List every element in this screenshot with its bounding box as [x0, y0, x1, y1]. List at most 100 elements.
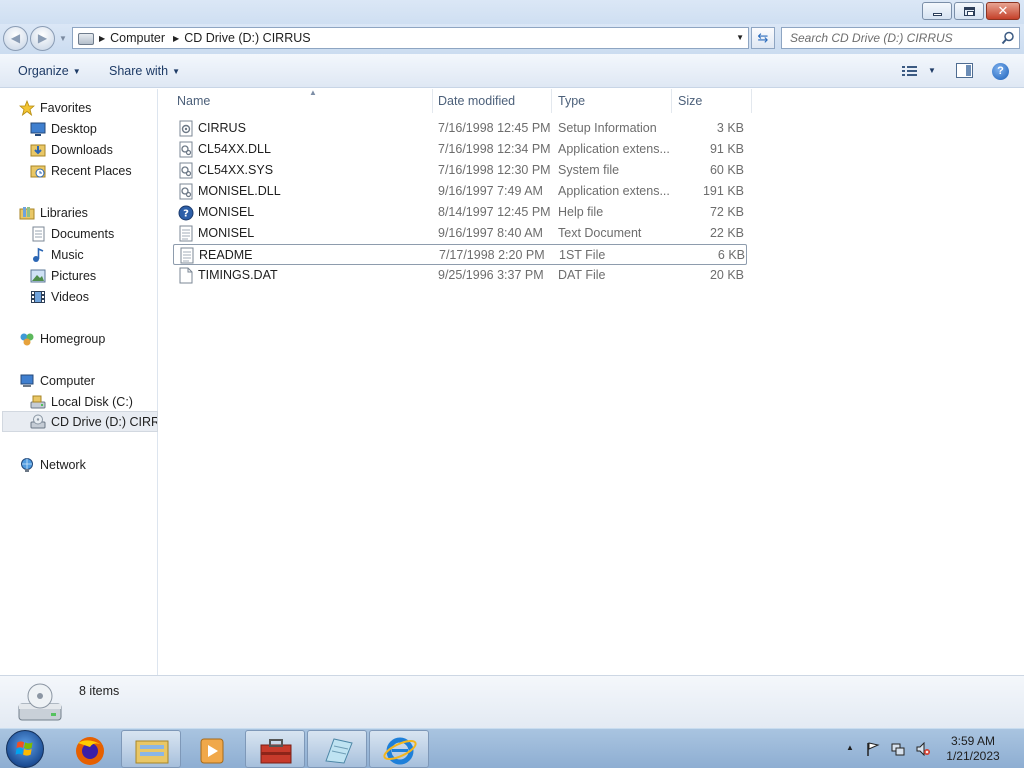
minimize-button[interactable] [922, 2, 952, 20]
close-button[interactable]: ✕ [986, 2, 1020, 20]
navigation-bar: ◀ ▶ ▼ ▶ Computer ▶ CD Drive (D:) CIRRUS … [0, 24, 1024, 54]
sidebar-item-music[interactable]: Music [30, 244, 84, 265]
taskbar-toolbox-app[interactable] [245, 730, 305, 768]
column-label: Date modified [438, 94, 516, 108]
clock-date: 1/21/2023 [946, 749, 1000, 763]
sidebar-item-label: Homegroup [40, 331, 106, 346]
documents-icon [32, 226, 45, 241]
sidebar-item-videos[interactable]: Videos [30, 286, 89, 307]
sidebar-item-libraries[interactable]: Libraries [19, 202, 88, 223]
column-header-name[interactable]: Name ▲ [171, 89, 433, 113]
organize-button[interactable]: Organize ▼ [18, 64, 81, 78]
sidebar-item-downloads[interactable]: Downloads [30, 139, 113, 160]
restore-button[interactable] [954, 2, 984, 20]
file-size: 72 KB [709, 205, 744, 219]
search-input[interactable] [782, 28, 992, 48]
star-icon [19, 99, 35, 116]
taskbar-internet-explorer[interactable] [369, 730, 429, 768]
breadcrumb-cd-drive[interactable]: CD Drive (D:) CIRRUS [184, 31, 310, 45]
cd-drive-icon [30, 414, 46, 428]
computer-icon [20, 374, 34, 387]
address-dropdown-icon[interactable]: ▼ [736, 33, 744, 42]
taskbar-media-player[interactable] [183, 730, 243, 768]
column-header-date[interactable]: Date modified [432, 89, 552, 113]
file-date-modified: 7/16/1998 12:30 PM [438, 163, 551, 177]
action-center-flag-icon[interactable] [866, 742, 880, 756]
pictures-icon [30, 269, 46, 282]
file-row[interactable]: CIRRUS 7/16/1998 12:45 PM Setup Informatio… [173, 118, 747, 139]
file-date-modified: 9/16/1997 8:40 AM [438, 226, 543, 240]
taskbar-notepad[interactable] [307, 730, 367, 768]
videos-icon [31, 290, 45, 303]
file-row[interactable]: MONISEL.DLL 9/16/1997 7:49 AM Application … [173, 181, 747, 202]
recent-places-icon [30, 165, 46, 177]
text-document-icon [179, 225, 193, 242]
column-header-type[interactable]: Type [552, 89, 672, 113]
chevron-down-icon: ▼ [172, 67, 180, 76]
file-row[interactable]: TIMINGS.DAT 9/25/1996 3:37 PM DAT File 20 K… [173, 265, 747, 286]
start-button[interactable] [6, 730, 44, 768]
file-date-modified: 7/17/1998 2:20 PM [439, 248, 545, 262]
sidebar-item-label: Libraries [40, 205, 88, 220]
file-row[interactable]: ? MONISEL 8/14/1997 12:45 PM Help file 72 KB [173, 202, 747, 223]
help-icon[interactable]: ? [992, 63, 1009, 80]
breadcrumb-computer[interactable]: Computer [110, 31, 165, 45]
setup-info-icon [179, 120, 193, 137]
file-type: DAT File [558, 268, 606, 282]
sidebar-item-recent-places[interactable]: Recent Places [30, 160, 132, 181]
change-view-icon[interactable] [902, 66, 917, 76]
network-tray-icon[interactable] [891, 742, 905, 756]
file-row[interactable]: CL54XX.DLL 7/16/1998 12:34 PM Application … [173, 139, 747, 160]
column-label: Type [558, 94, 586, 108]
sidebar-item-pictures[interactable]: Pictures [30, 265, 96, 286]
chevron-right-icon[interactable]: ▶ [99, 34, 105, 43]
file-size: 20 KB [709, 268, 744, 282]
share-with-button[interactable]: Share with ▼ [109, 64, 180, 78]
system-file-icon [179, 162, 193, 179]
show-hidden-icons-icon[interactable]: ▲ [846, 743, 854, 752]
sort-ascending-icon: ▲ [309, 88, 317, 97]
recent-pages-dropdown-icon[interactable]: ▼ [59, 34, 67, 43]
chevron-right-icon[interactable]: ▶ [173, 34, 179, 43]
forward-button[interactable]: ▶ [30, 26, 55, 51]
address-bar[interactable]: ▶ Computer ▶ CD Drive (D:) CIRRUS ▼ [72, 27, 749, 49]
system-clock[interactable]: 3:59 AM 1/21/2023 [940, 734, 1006, 764]
refresh-button[interactable]: ⇆ [751, 27, 775, 49]
file-name: MONISEL.DLL [198, 184, 281, 198]
notepad-icon [325, 738, 353, 764]
desktop-icon [30, 122, 46, 136]
file-row[interactable]: MONISEL 9/16/1997 8:40 AM Text Document 22 … [173, 223, 747, 244]
sidebar-item-network[interactable]: Network [19, 454, 86, 475]
libraries-icon [19, 206, 35, 219]
file-row[interactable]: README 7/17/1998 2:20 PM 1ST File 6 KB [173, 244, 747, 265]
file-name: CL54XX.SYS [198, 163, 274, 177]
preview-pane-icon[interactable] [956, 63, 973, 78]
file-name: CIRRUS [198, 121, 246, 135]
navigation-pane: Favorites Desktop Downloads Recent Place… [0, 89, 158, 675]
file-type: System file [558, 163, 620, 177]
toolbox-icon [260, 739, 292, 764]
title-bar: ✕ [0, 0, 1024, 24]
sidebar-item-documents[interactable]: Documents [30, 223, 114, 244]
taskbar-firefox[interactable] [59, 730, 119, 768]
sidebar-item-computer[interactable]: Computer [19, 370, 95, 391]
column-label: Name [177, 94, 211, 108]
file-row[interactable]: CL54XX.SYS 7/16/1998 12:30 PM System file 6… [173, 160, 747, 181]
taskbar-windows-explorer[interactable] [121, 730, 181, 768]
column-header-size[interactable]: Size [672, 89, 752, 113]
sidebar-item-label: Local Disk (C:) [51, 394, 133, 409]
sidebar-item-label: Computer [40, 373, 95, 388]
file-type: Application extens... [558, 184, 670, 198]
sidebar-item-desktop[interactable]: Desktop [30, 118, 97, 139]
search-icon[interactable] [1001, 31, 1015, 45]
sidebar-item-local-disk[interactable]: Local Disk (C:) [30, 391, 133, 412]
sidebar-item-label: Music [51, 247, 84, 262]
sidebar-item-homegroup[interactable]: Homegroup [19, 328, 105, 349]
back-button[interactable]: ◀ [3, 26, 28, 51]
sidebar-item-favorites[interactable]: Favorites [19, 97, 91, 118]
volume-muted-icon[interactable] [916, 742, 930, 756]
view-options-dropdown-icon[interactable]: ▼ [928, 66, 936, 75]
sidebar-item-label: Videos [51, 289, 89, 304]
sidebar-item-cd-drive[interactable]: CD Drive (D:) CIRRUS [2, 411, 158, 432]
search-box[interactable] [781, 27, 1020, 49]
